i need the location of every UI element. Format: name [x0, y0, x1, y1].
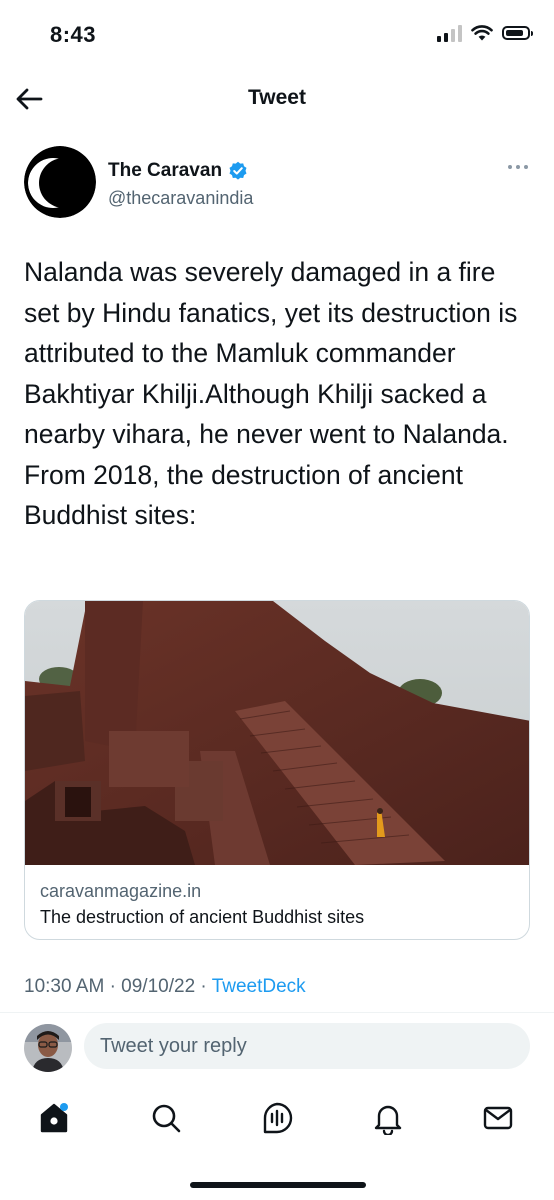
card-image [25, 601, 529, 865]
tab-messages[interactable] [468, 1088, 528, 1148]
author-handle[interactable]: @thecaravanindia [108, 188, 253, 209]
status-time: 8:43 [50, 22, 97, 47]
search-icon [152, 1104, 181, 1133]
wifi-icon [471, 25, 493, 41]
link-card[interactable]: caravanmagazine.in The destruction of an… [24, 600, 530, 940]
divider [0, 1012, 554, 1013]
tab-home[interactable] [24, 1088, 84, 1148]
tweet-source-link[interactable]: TweetDeck [212, 976, 306, 997]
reply-bar [0, 1020, 554, 1076]
status-icons [437, 24, 533, 42]
more-options-icon[interactable] [506, 162, 530, 172]
tweet-text: Nalanda was severely damaged in a fire s… [24, 257, 518, 530]
tab-notifications[interactable] [358, 1088, 418, 1148]
meta-separator: · [200, 976, 207, 997]
cellular-signal-icon [437, 24, 462, 42]
tweet-author: The Caravan @thecaravanindia [24, 146, 534, 222]
tab-spaces[interactable] [247, 1088, 307, 1148]
status-bar: 8:43 [0, 0, 554, 64]
user-avatar[interactable] [24, 1024, 72, 1072]
meta-separator: · [109, 976, 116, 997]
verified-badge-icon [229, 161, 247, 180]
home-icon [40, 1103, 68, 1133]
tweet-date: 09/10/22 [121, 976, 196, 997]
tweet-time: 10:30 AM [24, 976, 105, 997]
tab-search[interactable] [136, 1088, 196, 1148]
page-title: Tweet [248, 86, 306, 109]
card-domain: caravanmagazine.in [40, 881, 202, 901]
author-name[interactable]: The Caravan [108, 160, 222, 182]
spaces-icon [263, 1102, 293, 1134]
home-indicator [190, 1182, 366, 1188]
bottom-tab-bar [0, 1088, 554, 1148]
author-avatar[interactable] [24, 146, 96, 218]
messages-icon [483, 1106, 513, 1130]
reply-input[interactable] [84, 1023, 530, 1069]
notifications-icon [374, 1105, 402, 1135]
header: Tweet [0, 76, 554, 122]
card-title: The destruction of ancient Buddhist site… [40, 907, 365, 927]
battery-icon [502, 26, 533, 40]
tweet-meta: 10:30 AM · 09/10/22 · TweetDeck [24, 976, 306, 998]
